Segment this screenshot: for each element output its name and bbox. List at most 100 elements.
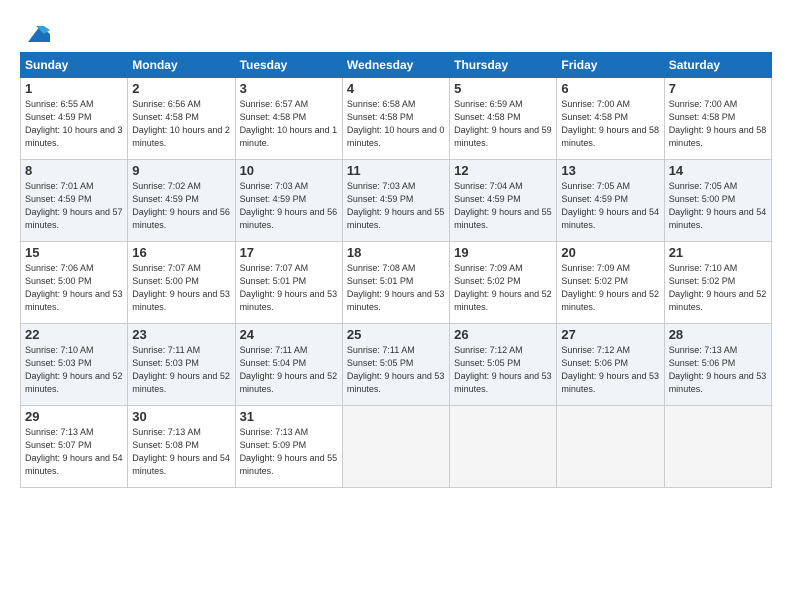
week-row-3: 15 Sunrise: 7:06 AMSunset: 5:00 PMDayligh… (21, 242, 772, 324)
day-cell-5: 5 Sunrise: 6:59 AMSunset: 4:58 PMDaylight… (450, 78, 557, 160)
day-cell-3: 3 Sunrise: 6:57 AMSunset: 4:58 PMDaylight… (235, 78, 342, 160)
day-number: 22 (25, 327, 123, 342)
header-row (20, 16, 772, 48)
day-number: 25 (347, 327, 445, 342)
day-info: Sunrise: 7:13 AMSunset: 5:09 PMDaylight:… (240, 426, 338, 478)
logo-icon (22, 20, 50, 48)
day-number: 27 (561, 327, 659, 342)
day-cell-8: 8 Sunrise: 7:01 AMSunset: 4:59 PMDaylight… (21, 160, 128, 242)
day-info: Sunrise: 6:55 AMSunset: 4:59 PMDaylight:… (25, 98, 123, 150)
day-info: Sunrise: 7:03 AMSunset: 4:59 PMDaylight:… (347, 180, 445, 232)
day-info: Sunrise: 7:00 AMSunset: 4:58 PMDaylight:… (561, 98, 659, 150)
day-cell-30: 30 Sunrise: 7:13 AMSunset: 5:08 PMDayligh… (128, 406, 235, 488)
day-number: 6 (561, 81, 659, 96)
day-number: 23 (132, 327, 230, 342)
calendar-table: SundayMondayTuesdayWednesdayThursdayFrid… (20, 52, 772, 488)
day-info: Sunrise: 6:57 AMSunset: 4:58 PMDaylight:… (240, 98, 338, 150)
day-info: Sunrise: 7:05 AMSunset: 5:00 PMDaylight:… (669, 180, 767, 232)
day-number: 29 (25, 409, 123, 424)
day-info: Sunrise: 7:01 AMSunset: 4:59 PMDaylight:… (25, 180, 123, 232)
day-number: 18 (347, 245, 445, 260)
day-number: 14 (669, 163, 767, 178)
day-info: Sunrise: 7:04 AMSunset: 4:59 PMDaylight:… (454, 180, 552, 232)
day-cell-22: 22 Sunrise: 7:10 AMSunset: 5:03 PMDayligh… (21, 324, 128, 406)
day-cell-25: 25 Sunrise: 7:11 AMSunset: 5:05 PMDayligh… (342, 324, 449, 406)
day-cell-17: 17Sunrise: 7:07 AMSunset: 5:01 PMDayligh… (235, 242, 342, 324)
day-cell-19: 19Sunrise: 7:09 AMSunset: 5:02 PMDayligh… (450, 242, 557, 324)
day-info: Sunrise: 6:58 AMSunset: 4:58 PMDaylight:… (347, 98, 445, 150)
day-cell-14: 14 Sunrise: 7:05 AMSunset: 5:00 PMDayligh… (664, 160, 771, 242)
day-info: Sunrise: 7:10 AMSunset: 5:03 PMDaylight:… (25, 344, 123, 396)
day-number: 5 (454, 81, 552, 96)
day-info: Sunrise: 7:13 AMSunset: 5:07 PMDaylight:… (25, 426, 123, 478)
header-sunday: Sunday (21, 53, 128, 78)
day-cell-21: 21Sunrise: 7:10 AMSunset: 5:02 PMDayligh… (664, 242, 771, 324)
day-info: Sunrise: 7:07 AMSunset: 5:01 PMDaylight:… (240, 262, 338, 314)
day-info: Sunrise: 7:11 AMSunset: 5:03 PMDaylight:… (132, 344, 230, 396)
day-number: 10 (240, 163, 338, 178)
day-info: Sunrise: 6:59 AMSunset: 4:58 PMDaylight:… (454, 98, 552, 150)
empty-cell (557, 406, 664, 488)
day-number: 11 (347, 163, 445, 178)
page-container: SundayMondayTuesdayWednesdayThursdayFrid… (0, 0, 792, 498)
day-number: 13 (561, 163, 659, 178)
day-number: 2 (132, 81, 230, 96)
day-number: 24 (240, 327, 338, 342)
header-tuesday: Tuesday (235, 53, 342, 78)
day-cell-15: 15 Sunrise: 7:06 AMSunset: 5:00 PMDayligh… (21, 242, 128, 324)
day-number: 21 (669, 245, 767, 260)
header-monday: Monday (128, 53, 235, 78)
day-cell-26: 26 Sunrise: 7:12 AMSunset: 5:05 PMDayligh… (450, 324, 557, 406)
day-cell-23: 23 Sunrise: 7:11 AMSunset: 5:03 PMDayligh… (128, 324, 235, 406)
day-number: 8 (25, 163, 123, 178)
empty-cell (450, 406, 557, 488)
day-cell-2: 2 Sunrise: 6:56 AMSunset: 4:58 PMDaylight… (128, 78, 235, 160)
day-cell-27: 27 Sunrise: 7:12 AMSunset: 5:06 PMDayligh… (557, 324, 664, 406)
day-cell-18: 18 Sunrise: 7:08 AMSunset: 5:01 PMDayligh… (342, 242, 449, 324)
day-info: Sunrise: 7:00 AMSunset: 4:58 PMDaylight:… (669, 98, 767, 150)
day-number: 4 (347, 81, 445, 96)
day-cell-6: 6 Sunrise: 7:00 AMSunset: 4:58 PMDaylight… (557, 78, 664, 160)
empty-cell (664, 406, 771, 488)
day-info: Sunrise: 7:09 AMSunset: 5:02 PMDaylight:… (454, 262, 552, 314)
day-number: 12 (454, 163, 552, 178)
day-info: Sunrise: 7:05 AMSunset: 4:59 PMDaylight:… (561, 180, 659, 232)
day-info: Sunrise: 7:12 AMSunset: 5:05 PMDaylight:… (454, 344, 552, 396)
day-number: 3 (240, 81, 338, 96)
day-cell-10: 10 Sunrise: 7:03 AMSunset: 4:59 PMDayligh… (235, 160, 342, 242)
header-thursday: Thursday (450, 53, 557, 78)
day-cell-9: 9 Sunrise: 7:02 AMSunset: 4:59 PMDaylight… (128, 160, 235, 242)
header-friday: Friday (557, 53, 664, 78)
day-info: Sunrise: 7:02 AMSunset: 4:59 PMDaylight:… (132, 180, 230, 232)
day-info: Sunrise: 7:09 AMSunset: 5:02 PMDaylight:… (561, 262, 659, 314)
logo (20, 20, 50, 48)
day-cell-20: 20 Sunrise: 7:09 AMSunset: 5:02 PMDayligh… (557, 242, 664, 324)
day-info: Sunrise: 7:07 AMSunset: 5:00 PMDaylight:… (132, 262, 230, 314)
day-info: Sunrise: 7:06 AMSunset: 5:00 PMDaylight:… (25, 262, 123, 314)
day-info: Sunrise: 7:13 AMSunset: 5:08 PMDaylight:… (132, 426, 230, 478)
day-cell-1: 1 Sunrise: 6:55 AMSunset: 4:59 PMDaylight… (21, 78, 128, 160)
day-info: Sunrise: 7:12 AMSunset: 5:06 PMDaylight:… (561, 344, 659, 396)
day-cell-12: 12 Sunrise: 7:04 AMSunset: 4:59 PMDayligh… (450, 160, 557, 242)
day-cell-11: 11 Sunrise: 7:03 AMSunset: 4:59 PMDayligh… (342, 160, 449, 242)
day-cell-13: 13 Sunrise: 7:05 AMSunset: 4:59 PMDayligh… (557, 160, 664, 242)
day-info: Sunrise: 7:08 AMSunset: 5:01 PMDaylight:… (347, 262, 445, 314)
day-info: Sunrise: 7:03 AMSunset: 4:59 PMDaylight:… (240, 180, 338, 232)
day-info: Sunrise: 7:11 AMSunset: 5:04 PMDaylight:… (240, 344, 338, 396)
header-wednesday: Wednesday (342, 53, 449, 78)
day-number: 9 (132, 163, 230, 178)
day-number: 30 (132, 409, 230, 424)
day-number: 1 (25, 81, 123, 96)
week-row-1: 1 Sunrise: 6:55 AMSunset: 4:59 PMDaylight… (21, 78, 772, 160)
header-row-days: SundayMondayTuesdayWednesdayThursdayFrid… (21, 53, 772, 78)
day-info: Sunrise: 6:56 AMSunset: 4:58 PMDaylight:… (132, 98, 230, 150)
day-number: 7 (669, 81, 767, 96)
day-cell-29: 29 Sunrise: 7:13 AMSunset: 5:07 PMDayligh… (21, 406, 128, 488)
day-number: 26 (454, 327, 552, 342)
day-cell-24: 24 Sunrise: 7:11 AMSunset: 5:04 PMDayligh… (235, 324, 342, 406)
day-number: 15 (25, 245, 123, 260)
empty-cell (342, 406, 449, 488)
day-info: Sunrise: 7:11 AMSunset: 5:05 PMDaylight:… (347, 344, 445, 396)
day-cell-28: 28Sunrise: 7:13 AMSunset: 5:06 PMDayligh… (664, 324, 771, 406)
day-number: 20 (561, 245, 659, 260)
